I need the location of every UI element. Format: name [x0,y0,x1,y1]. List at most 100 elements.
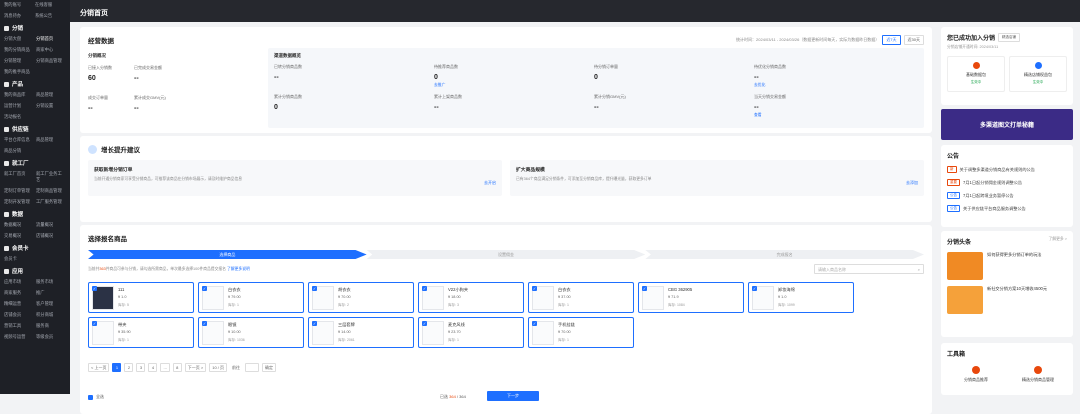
tool-item[interactable]: 精选分销商品管理 [1009,366,1067,383]
sidebar-item[interactable]: 服务市场 [36,279,66,285]
sidebar-top-link[interactable]: 系统公告 [35,13,66,19]
check-icon[interactable]: ✓ [422,321,427,326]
goto-input[interactable] [245,363,260,372]
check-icon[interactable]: ✓ [92,286,97,291]
check-icon[interactable]: ✓ [312,321,317,326]
sidebar-item[interactable]: 应用市场 [4,279,34,285]
sidebar-item[interactable]: 店铺概况 [36,233,66,239]
sidebar-item[interactable]: 店铺会员 [4,312,34,318]
product-card[interactable]: ✓ 111 ¥ 1.0 库存: 5 [88,282,194,313]
prev-page-button[interactable]: < 上一页 [88,363,110,372]
sidebar-item[interactable]: 分销设置 [36,103,66,109]
sidebar-item[interactable]: 定制商品管理 [36,188,66,194]
page-size-select[interactable]: 10 / 页 [209,363,228,372]
suggestion-action-link[interactable]: 去添加 [906,180,918,186]
metric-link[interactable]: 去推广 [434,83,458,88]
sidebar-item[interactable]: 精细运营 [4,301,34,307]
sidebar-item[interactable]: 活动报名 [4,114,34,120]
metric-link[interactable]: 去优化 [754,83,786,88]
notice-item[interactable]: 新关于调整多渠道分销商品有关规则的公告 [947,166,1067,173]
sidebar-item[interactable]: 分销首页 [36,36,66,42]
sidebar-top-link[interactable]: 我的账号 [4,2,35,8]
sidebar-item[interactable]: 就工厂首页 [4,171,34,183]
sidebar-item[interactable]: 营销工具 [4,323,34,329]
hint-link[interactable]: 了解更多说明 [227,267,250,271]
sidebar-item[interactable]: 会员卡 [4,256,34,262]
sidebar-item[interactable]: 定制开发管理 [4,199,34,205]
notice-item[interactable]: 公告 7月1日起跨境业务暂停公告 [947,192,1067,199]
sidebar-item[interactable]: 商家中心 [36,47,66,53]
product-card[interactable]: ✓ 三层套牌 ¥ 14.00 库存: 2061 [308,317,414,348]
check-icon[interactable]: ✓ [752,286,757,291]
sidebar-item[interactable]: 就工厂业务工艺 [36,171,66,183]
next-step-button[interactable]: 下一步 [487,391,539,401]
tool-item[interactable]: 分销商品推荐 [947,366,1005,383]
product-card[interactable]: ✓ 白衣衣 ¥ 37.00 库存: 1 [528,282,634,313]
check-icon[interactable]: ✓ [532,321,537,326]
product-card[interactable]: ✓ 眼镜 ¥ 10.00 库存: 1036 [198,317,304,348]
sidebar-item[interactable]: 视频号运营 [4,334,34,340]
check-icon[interactable]: ✓ [422,286,427,291]
sidebar-item[interactable]: 我的分销商品 [4,47,34,53]
product-card[interactable]: ✓ 白衣衣 ¥ 79.00 库存: 1 [198,282,304,313]
product-card[interactable]: ✓ 胡衣衣 ¥ 70.00 库存: 2 [308,282,414,313]
sidebar-item[interactable]: 分销大盘 [4,36,34,42]
headline-item[interactable]: 新社交分销方案10天增收4500元 [947,286,1067,314]
check-icon[interactable]: ✓ [312,286,317,291]
goto-confirm-button[interactable]: 确定 [262,363,277,372]
search-icon[interactable]: ⌕ [918,267,920,272]
check-icon[interactable]: ✓ [92,321,97,326]
benefit-tile[interactable]: 基础数据包 生效中 [947,56,1005,92]
notice-item[interactable]: 公告 关于供应链平台商品服务调整公告 [947,205,1067,212]
page-button[interactable]: 8 [172,363,182,372]
search-input[interactable]: 请输入商品名称 ⌕ [814,264,924,274]
next-page-button[interactable]: 下一页 > [184,363,207,372]
notice-item[interactable]: 重要 7月1日起分销佣金规则调整公告 [947,179,1067,186]
sidebar-item[interactable]: 我的商品库 [4,92,34,98]
product-card[interactable]: ✓ V22小狗夹 ¥ 18.00 库存: 3 [418,282,524,313]
page-button[interactable]: 1 [112,363,122,372]
product-card[interactable]: ✓ CBG 362905 ¥ 71.9 库存: 1084 [638,282,744,313]
sidebar-item[interactable]: 数据概况 [4,222,34,228]
range-30d-button[interactable]: 近30天 [903,35,924,45]
sidebar-item[interactable]: 客户管理 [36,301,66,307]
promo-banner[interactable]: 多渠道图文打单秘籍 [941,109,1073,140]
sidebar-item[interactable]: 工厂服务管理 [36,199,66,205]
page-button[interactable]: 3 [136,363,146,372]
sidebar-item[interactable]: 流量概况 [36,222,66,228]
metric-link[interactable]: 查看 [754,113,786,118]
page-button[interactable]: ... [160,363,170,372]
sidebar-item[interactable]: 商品管理 [36,137,66,143]
suggestion-action-link[interactable]: 去开启 [484,180,496,186]
page-button[interactable]: 4 [148,363,158,372]
sidebar-item[interactable]: 商品管理 [36,92,66,98]
product-card[interactable]: ✓ 麦克风线 ¥ 23.70 库存: 1 [418,317,524,348]
check-icon[interactable]: ✓ [202,321,207,326]
check-icon[interactable]: ✓ [202,286,207,291]
sidebar-item[interactable]: 商品分销 [4,148,34,154]
sidebar-item[interactable]: 等级会员 [36,334,66,340]
sidebar-top-link[interactable]: 在线客服 [35,2,66,8]
sidebar-item[interactable]: 分销商品管理 [36,58,66,64]
sidebar-item[interactable]: 运营计划 [4,103,34,109]
page-button[interactable]: 2 [124,363,134,372]
check-icon[interactable]: ✓ [532,286,537,291]
product-card[interactable]: ✓ 手机挂链 ¥ 70.00 库存: 1 [528,317,634,348]
benefit-tile[interactable]: 精选店铺权益包 生效中 [1009,56,1067,92]
product-card[interactable]: ✓ 带夹 ¥ 35.90 库存: 1 [88,317,194,348]
sidebar-top-link[interactable]: 消息待办 [4,13,35,19]
sidebar-item[interactable]: 积分商城 [36,312,66,318]
sidebar-item[interactable]: 推广 [36,290,66,296]
range-7d-button[interactable]: 近7天 [882,35,901,45]
select-all-checkbox[interactable]: 全选 [88,394,104,400]
sidebar-item[interactable]: 平台仓库信息 [4,137,34,143]
sidebar-item[interactable]: 交易概况 [4,233,34,239]
sidebar-item[interactable]: 分销管理 [4,58,34,64]
sidebar-item[interactable]: 商家服务 [4,290,34,296]
sidebar-item[interactable]: 定制订单管理 [4,188,34,194]
product-card[interactable]: ✓ 卸妆海绵 ¥ 1.0 库存: 1099 [748,282,854,313]
headline-more-link[interactable]: 了解更多 > [1049,237,1067,246]
check-icon[interactable]: ✓ [642,286,647,291]
headline-item[interactable]: 如何获得更多分销订单的玩法 [947,252,1067,280]
sidebar-item[interactable]: 我的推手商品 [4,69,34,75]
